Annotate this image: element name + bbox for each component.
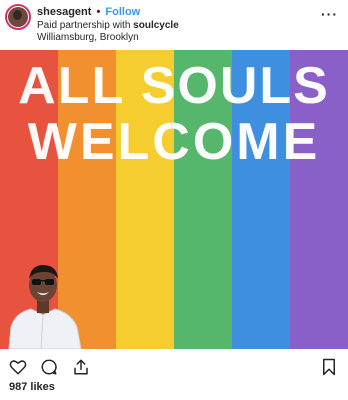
- bookmark-icon[interactable]: [320, 358, 338, 376]
- mural-line-1: ALL SOULS: [18, 57, 330, 115]
- partner-link[interactable]: soulcycle: [133, 20, 179, 31]
- heart-icon[interactable]: [9, 358, 27, 376]
- partnership-line: Paid partnership with soulcycle: [37, 20, 179, 32]
- mural-line-2: WELCOME: [27, 113, 321, 171]
- share-icon[interactable]: [72, 358, 90, 376]
- likes-count[interactable]: 987 likes: [9, 381, 55, 393]
- more-options-icon[interactable]: ···: [321, 6, 338, 22]
- avatar[interactable]: [5, 4, 31, 30]
- comment-icon[interactable]: [40, 358, 58, 376]
- action-bar: [0, 350, 348, 380]
- post-header: shesagent • Follow Paid partnership with…: [0, 0, 348, 50]
- location-link[interactable]: Williamsburg, Brooklyn: [37, 32, 139, 44]
- separator-dot: •: [96, 6, 101, 18]
- user-line: shesagent • Follow: [37, 6, 140, 19]
- partnership-prefix: Paid partnership with: [37, 20, 131, 31]
- username-link[interactable]: shesagent: [37, 6, 91, 18]
- follow-button[interactable]: Follow: [105, 6, 140, 18]
- person-figure: [8, 265, 82, 349]
- avatar-image: [8, 7, 28, 27]
- post-photo[interactable]: ALL SOULS WELCOME: [0, 50, 348, 349]
